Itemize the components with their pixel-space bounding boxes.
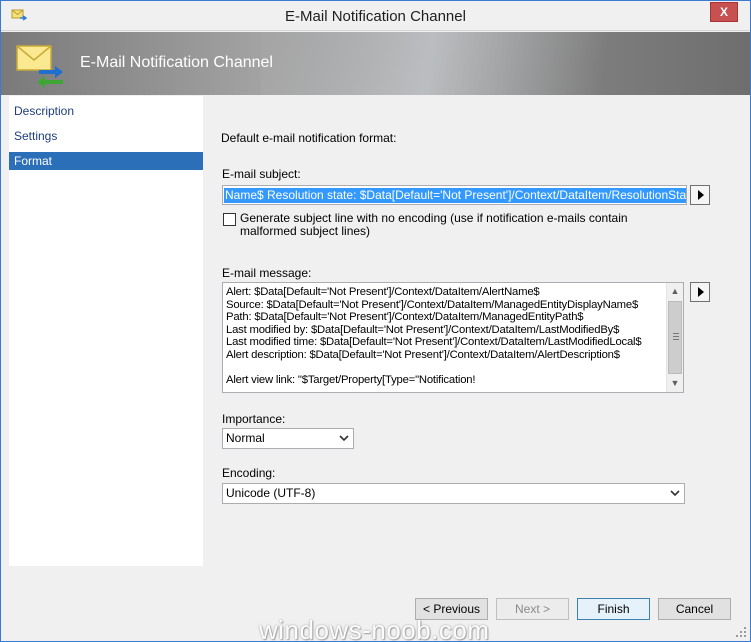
scroll-down-icon[interactable]: ▼ [667, 375, 683, 392]
importance-value: Normal [226, 431, 265, 445]
header-banner: E-Mail Notification Channel [1, 32, 750, 95]
message-insert-button[interactable] [690, 282, 710, 302]
resize-grip-icon[interactable] [735, 626, 747, 638]
message-line: Alert description: $Data[Default='Not Pr… [226, 349, 620, 361]
message-label: E-mail message: [222, 266, 312, 280]
play-icon [698, 190, 704, 200]
importance-label: Importance: [222, 412, 286, 426]
message-line: Path: $Data[Default='Not Present']/Conte… [226, 311, 584, 324]
finish-button[interactable]: Finish [577, 598, 650, 620]
encoding-value: Unicode (UTF-8) [226, 486, 316, 500]
format-heading: Default e-mail notification format: [221, 131, 397, 145]
next-button[interactable]: Next > [496, 598, 569, 620]
subject-text: Name$ Resolution state: $Data[Default='N… [224, 188, 686, 203]
format-panel: Default e-mail notification format: E-ma… [204, 96, 747, 566]
nav-item-description[interactable]: Description [9, 102, 203, 120]
encoding-label: Encoding: [222, 466, 276, 480]
window-title: E-Mail Notification Channel [285, 8, 466, 25]
chevron-down-icon [670, 490, 680, 497]
no-encoding-label[interactable]: Generate subject line with no encoding (… [240, 212, 660, 238]
message-line: Last modified time: $Data[Default='Not P… [226, 336, 642, 349]
message-line: Alert: $Data[Default='Not Present']/Cont… [226, 286, 540, 298]
nav-item-format[interactable]: Format [9, 152, 203, 170]
no-encoding-checkbox[interactable] [223, 213, 236, 226]
chevron-down-icon [339, 435, 349, 442]
importance-select[interactable]: Normal [222, 428, 354, 449]
title-bar[interactable]: E-Mail Notification Channel X [1, 1, 750, 31]
message-line: Source: $Data[Default='Not Present']/Con… [226, 298, 639, 311]
envelope-arrows-icon [16, 45, 63, 88]
message-scrollbar[interactable]: ▲ ▼ [666, 283, 683, 392]
subject-insert-button[interactable] [690, 185, 710, 205]
cancel-button[interactable]: Cancel [658, 598, 731, 620]
wizard-nav: Description Settings Format [9, 96, 203, 566]
nav-item-settings[interactable]: Settings [9, 127, 203, 145]
subject-input[interactable]: Name$ Resolution state: $Data[Default='N… [222, 185, 687, 205]
scroll-thumb[interactable] [668, 301, 682, 374]
scroll-up-icon[interactable]: ▲ [667, 283, 683, 300]
encoding-select[interactable]: Unicode (UTF-8) [222, 483, 685, 504]
subject-label: E-mail subject: [222, 167, 301, 181]
message-line: Alert view link: "$Target/Property[Type=… [226, 374, 476, 387]
email-notification-dialog: E-Mail Notification Channel X E-Mail Not… [0, 0, 751, 642]
banner-title: E-Mail Notification Channel [80, 54, 273, 71]
message-line: Last modified by: $Data[Default='Not Pre… [226, 323, 620, 336]
message-textarea[interactable]: Alert: $Data[Default='Not Present']/Cont… [222, 282, 684, 393]
play-icon [698, 287, 704, 297]
close-button[interactable]: X [710, 2, 738, 22]
watermark-text: windows-noob.com [259, 615, 490, 642]
